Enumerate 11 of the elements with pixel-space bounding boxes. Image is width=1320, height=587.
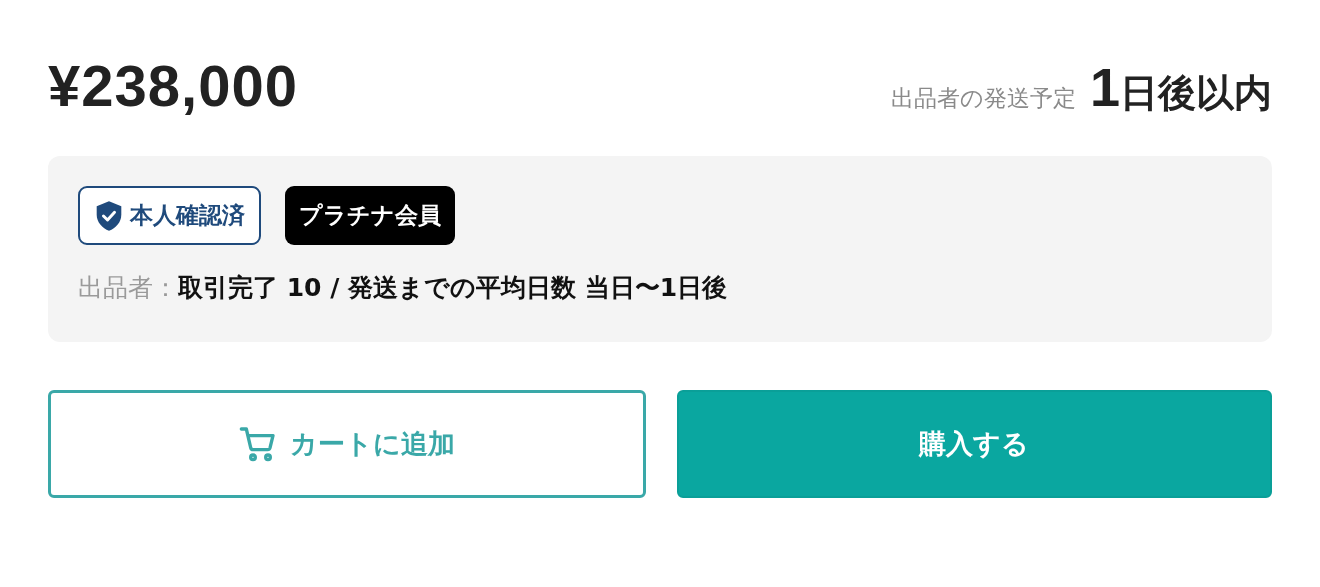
add-to-cart-button[interactable]: カートに追加 <box>48 390 646 498</box>
shipping-unit: 日後以内 <box>1120 70 1272 117</box>
seller-summary: 取引完了 10 / 発送までの平均日数 当日〜1日後 <box>178 272 728 304</box>
price: ¥238,000 <box>48 52 298 119</box>
shipping-days: 1 <box>1089 56 1120 118</box>
shield-check-icon <box>94 199 124 232</box>
seller-label: 出品者： <box>78 272 178 304</box>
buy-button[interactable]: 購入する <box>676 390 1272 498</box>
membership-badge: プラチナ会員 <box>285 186 455 245</box>
shipping-label: 出品者の発送予定 <box>890 84 1076 113</box>
verified-badge: 本人確認済 <box>78 186 261 245</box>
